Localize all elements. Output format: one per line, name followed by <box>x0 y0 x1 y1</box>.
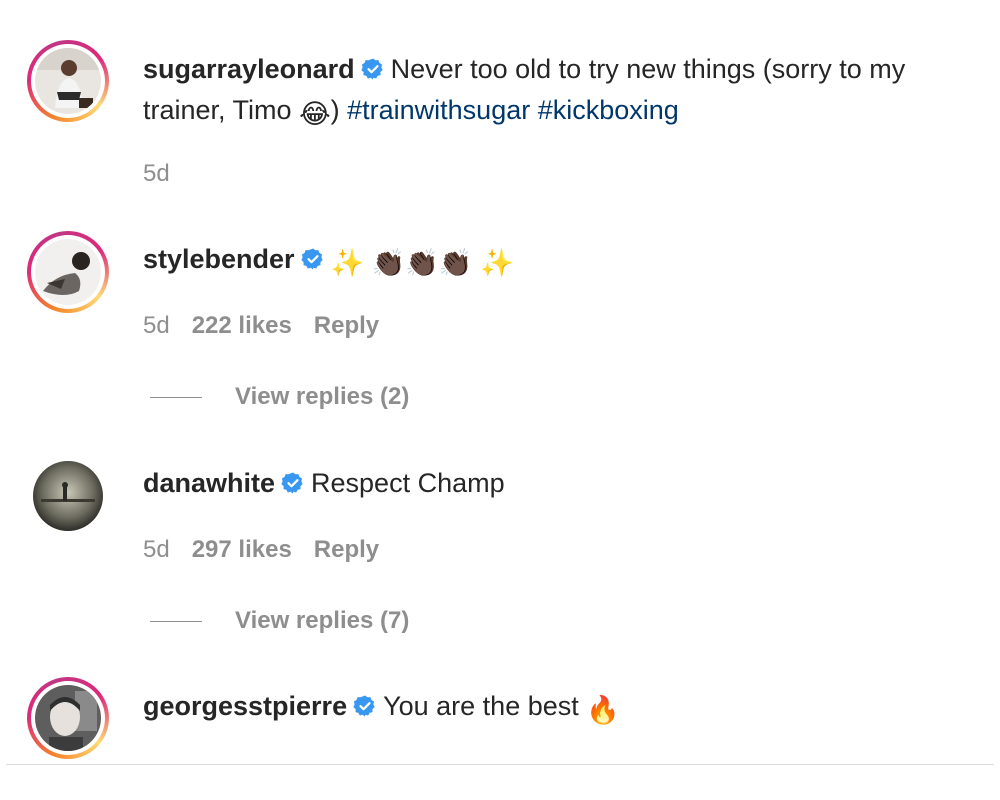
comment-meta: 5d 222 likes Reply <box>143 312 401 340</box>
bottom-divider <box>6 764 994 765</box>
avatar[interactable] <box>27 231 109 313</box>
divider-line <box>150 621 202 623</box>
view-replies-label: View replies (2) <box>235 383 410 410</box>
verified-badge-icon <box>281 467 305 505</box>
timestamp[interactable]: 5d <box>143 312 170 339</box>
avatar[interactable] <box>27 40 109 122</box>
username[interactable]: stylebender <box>143 244 295 274</box>
fire-emoji-icon: 🔥 <box>586 695 620 725</box>
comments-section: sugarrayleonard Never too old to try new … <box>0 0 1000 800</box>
timestamp[interactable]: 5d <box>143 536 170 563</box>
avatar-image <box>35 239 101 305</box>
verified-badge-icon <box>353 690 377 728</box>
comment-body: stylebender ✨ 👏🏿👏🏿👏🏿 ✨ <box>143 240 980 282</box>
reply-button[interactable]: Reply <box>314 312 379 339</box>
divider-line <box>150 397 202 399</box>
likes-count[interactable]: 222 likes <box>192 312 292 339</box>
verified-badge-icon <box>300 243 325 281</box>
caption-meta: 5d <box>143 160 192 188</box>
caption-body: sugarrayleonard Never too old to try new … <box>143 50 980 133</box>
hashtag-link[interactable]: #trainwithsugar <box>347 95 530 125</box>
avatar-image <box>35 48 101 114</box>
avatar[interactable] <box>27 455 109 537</box>
view-replies-button[interactable]: View replies (7) <box>150 607 409 635</box>
comment-text: Respect Champ <box>311 468 505 498</box>
comment-text: You are the best <box>383 691 579 721</box>
laughing-emoji-icon: 😂 <box>299 99 331 129</box>
avatar[interactable] <box>27 677 109 759</box>
verified-badge-icon <box>360 53 385 91</box>
hashtag-link[interactable]: #kickboxing <box>538 95 679 125</box>
view-replies-button[interactable]: View replies (2) <box>150 383 409 411</box>
view-replies-label: View replies (7) <box>235 607 410 634</box>
comment-text: ✨ 👏🏿👏🏿👏🏿 ✨ <box>330 248 514 278</box>
comment-body: danawhite Respect Champ <box>143 464 980 505</box>
comment-meta: 5d 297 likes Reply <box>143 536 401 564</box>
avatar-image <box>33 461 103 531</box>
caption-text-after: ) <box>330 95 348 125</box>
username[interactable]: danawhite <box>143 468 275 498</box>
comment-body: georgesstpierre You are the best 🔥 <box>143 687 980 729</box>
reply-button[interactable]: Reply <box>314 536 379 563</box>
avatar-image <box>35 685 101 751</box>
timestamp[interactable]: 5d <box>143 160 170 187</box>
likes-count[interactable]: 297 likes <box>192 536 292 563</box>
username[interactable]: sugarrayleonard <box>143 54 355 84</box>
username[interactable]: georgesstpierre <box>143 691 347 721</box>
